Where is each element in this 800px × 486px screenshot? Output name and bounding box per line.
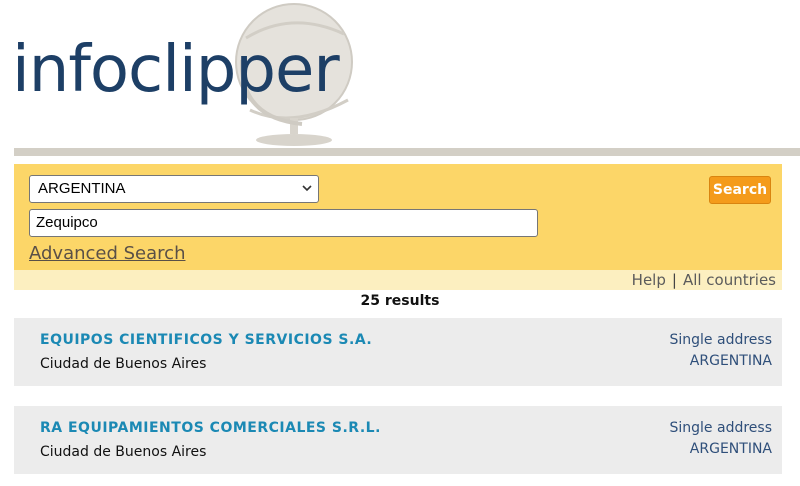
result-company-name[interactable]: EQUIPOS CIENTIFICOS Y SERVICIOS S.A. (40, 331, 372, 349)
result-country: ARGENTINA (689, 353, 772, 369)
result-card: EQUIPOS CIENTIFICOS Y SERVICIOS S.A. Ciu… (14, 318, 782, 386)
result-card: RA EQUIPAMIENTOS COMERCIALES S.R.L. Ciud… (14, 406, 782, 474)
help-link[interactable]: Help (632, 271, 666, 289)
search-panel: ARGENTINA Zequipco Advanced Search Searc… (14, 164, 782, 270)
site-header: infoclipper (0, 0, 800, 148)
result-address-type: Single address (669, 332, 773, 348)
advanced-search-link[interactable]: Advanced Search (29, 243, 185, 265)
results-count: 25 results (360, 293, 440, 309)
brand-logo[interactable]: infoclipper (12, 30, 340, 110)
search-button[interactable]: Search (709, 176, 771, 204)
result-city: Ciudad de Buenos Aires (40, 444, 207, 460)
header-divider (14, 148, 800, 156)
result-company-name[interactable]: RA EQUIPAMIENTOS COMERCIALES S.R.L. (40, 419, 381, 437)
country-select[interactable]: ARGENTINA (29, 175, 319, 203)
search-input[interactable]: Zequipco (29, 209, 538, 237)
result-country: ARGENTINA (689, 441, 772, 457)
result-city: Ciudad de Buenos Aires (40, 356, 207, 372)
chevron-down-icon (302, 185, 312, 192)
search-input-value: Zequipco (36, 214, 98, 231)
brand-logo-text: infoclipper (12, 33, 340, 107)
country-select-value: ARGENTINA (38, 180, 126, 197)
all-countries-link[interactable]: All countries (683, 271, 776, 289)
help-separator: | (671, 271, 677, 289)
result-address-type: Single address (669, 420, 773, 436)
help-strip: Help | All countries (14, 270, 782, 290)
help-links: Help | All countries (632, 271, 776, 289)
